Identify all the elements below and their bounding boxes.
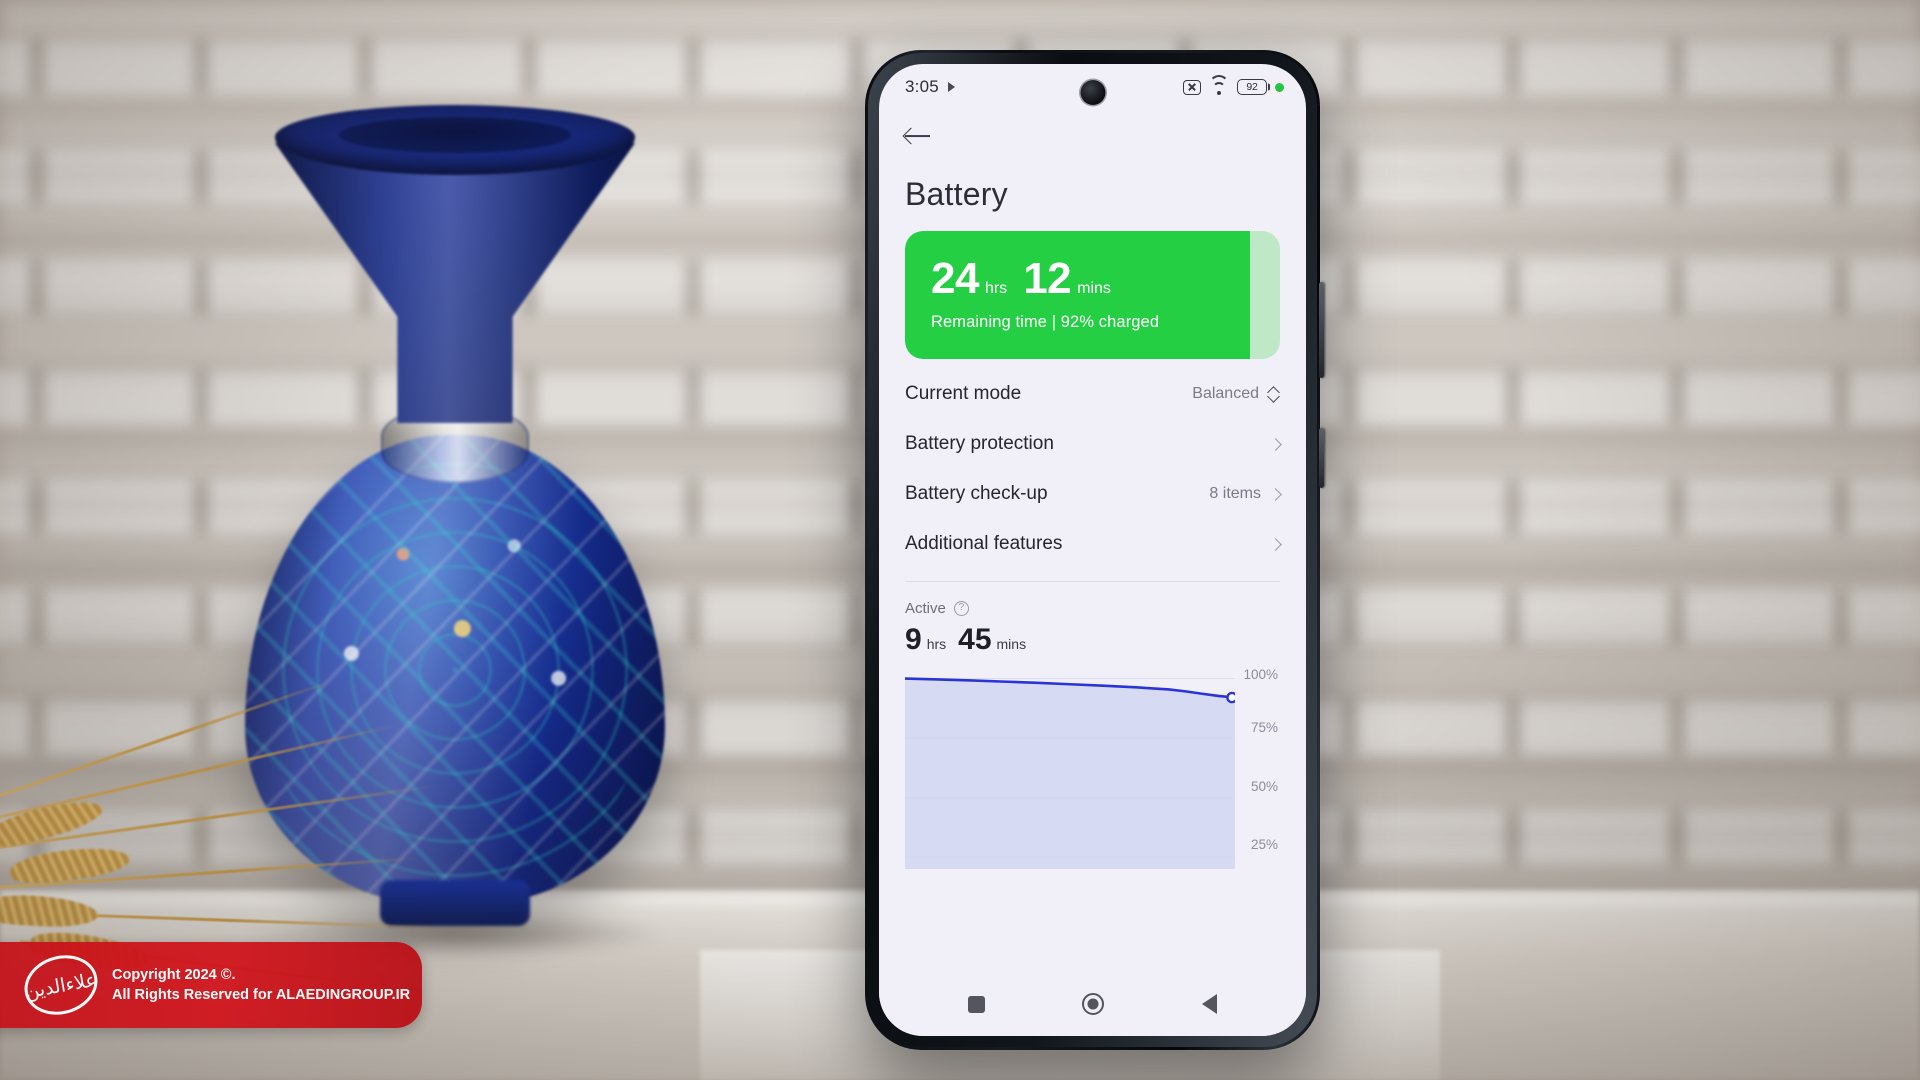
settings-row-battery-protection[interactable]: Battery protection bbox=[905, 419, 1282, 469]
row-label: Battery protection bbox=[905, 433, 1054, 454]
back-arrow-icon[interactable] bbox=[905, 125, 932, 147]
page-title: Battery bbox=[905, 176, 1008, 212]
battery-level-line-chart bbox=[905, 677, 1235, 869]
row-label: Additional features bbox=[905, 533, 1063, 554]
active-section-header: Active ? bbox=[905, 600, 1280, 617]
navigation-header bbox=[905, 110, 1280, 162]
row-label: Battery check-up bbox=[905, 483, 1048, 504]
battery-level-chart: 100% 75% 50% 25% bbox=[905, 667, 1280, 869]
row-value: 8 items bbox=[1209, 485, 1261, 502]
active-hours-value: 9 bbox=[905, 623, 922, 656]
remaining-minutes-unit: mins bbox=[1077, 280, 1111, 297]
section-divider bbox=[905, 581, 1280, 582]
settings-row-list: Current mode Balanced Battery protection bbox=[905, 369, 1282, 569]
home-circle-icon[interactable] bbox=[1082, 993, 1105, 1015]
active-hours-unit: hrs bbox=[926, 636, 947, 652]
green-dot-icon bbox=[1275, 82, 1284, 92]
photo-scene: 3:05 92 Battery 24 hrs 12 mins Remaining… bbox=[0, 0, 1920, 1080]
alaedin-logo-icon: علاءالدین bbox=[17, 946, 105, 1024]
watermark-banner: علاءالدین Copyright 2024 ©. All Rights R… bbox=[0, 942, 422, 1028]
row-label: Current mode bbox=[905, 383, 1022, 404]
settings-row-current-mode[interactable]: Current mode Balanced bbox=[905, 369, 1280, 419]
settings-content: Battery 24 hrs 12 mins Remaining time | … bbox=[879, 110, 1306, 978]
recents-square-icon[interactable] bbox=[967, 995, 985, 1013]
chevron-right-icon bbox=[1269, 537, 1282, 551]
smartphone-device: 3:05 92 Battery 24 hrs 12 mins Remaining… bbox=[865, 50, 1324, 1050]
active-minutes-unit: mins bbox=[996, 636, 1027, 652]
phone-screen: 3:05 92 Battery 24 hrs 12 mins Remaining… bbox=[879, 64, 1306, 1036]
chart-y-axis-labels: 100% 75% 50% 25% bbox=[1228, 667, 1280, 869]
y-tick-label: 25% bbox=[1250, 837, 1278, 852]
battery-card-subtitle: Remaining time | 92% charged bbox=[931, 313, 1160, 331]
chevron-right-icon bbox=[1269, 487, 1282, 501]
remaining-hours-unit: hrs bbox=[984, 280, 1008, 297]
y-tick-label: 50% bbox=[1250, 779, 1278, 794]
front-camera-punch-hole bbox=[1080, 80, 1105, 105]
row-value: Balanced bbox=[1192, 385, 1259, 402]
chart-plot-area bbox=[905, 669, 1235, 869]
y-tick-label: 100% bbox=[1243, 667, 1278, 682]
copyright-line-1: Copyright 2024 ©. bbox=[112, 967, 236, 983]
android-navigation-bar bbox=[879, 978, 1306, 1036]
status-bar: 3:05 92 bbox=[879, 64, 1306, 110]
question-mark-icon[interactable]: ? bbox=[953, 601, 969, 616]
status-bar-clock: 3:05 bbox=[905, 77, 939, 96]
settings-row-additional-features[interactable]: Additional features bbox=[905, 519, 1282, 569]
active-minutes-value: 45 bbox=[958, 623, 992, 656]
play-triangle-icon bbox=[947, 82, 955, 92]
active-label: Active bbox=[905, 600, 946, 617]
power-button[interactable] bbox=[1319, 428, 1324, 488]
remaining-minutes-value: 12 bbox=[1023, 254, 1072, 303]
settings-row-battery-check-up[interactable]: Battery check-up 8 items bbox=[905, 469, 1282, 519]
active-time: 9 hrs 45 mins bbox=[905, 625, 1280, 655]
remaining-hours-value: 24 bbox=[931, 254, 979, 303]
battery-percent-label: 92 bbox=[1246, 80, 1258, 93]
wifi-icon bbox=[1209, 74, 1229, 95]
updown-selector-icon[interactable] bbox=[1269, 386, 1280, 403]
back-triangle-icon[interactable] bbox=[1202, 994, 1218, 1014]
no-sim-icon bbox=[1183, 79, 1201, 95]
y-tick-label: 75% bbox=[1250, 720, 1278, 735]
remaining-time: 24 hrs 12 mins bbox=[931, 257, 1280, 301]
chevron-right-icon bbox=[1269, 437, 1282, 451]
battery-icon: 92 bbox=[1237, 79, 1267, 95]
battery-summary-card[interactable]: 24 hrs 12 mins Remaining time | 92% char… bbox=[905, 231, 1280, 359]
volume-button[interactable] bbox=[1319, 282, 1324, 378]
copyright-line-2: All Rights Reserved for ALAEDINGROUP.IR bbox=[112, 987, 411, 1003]
